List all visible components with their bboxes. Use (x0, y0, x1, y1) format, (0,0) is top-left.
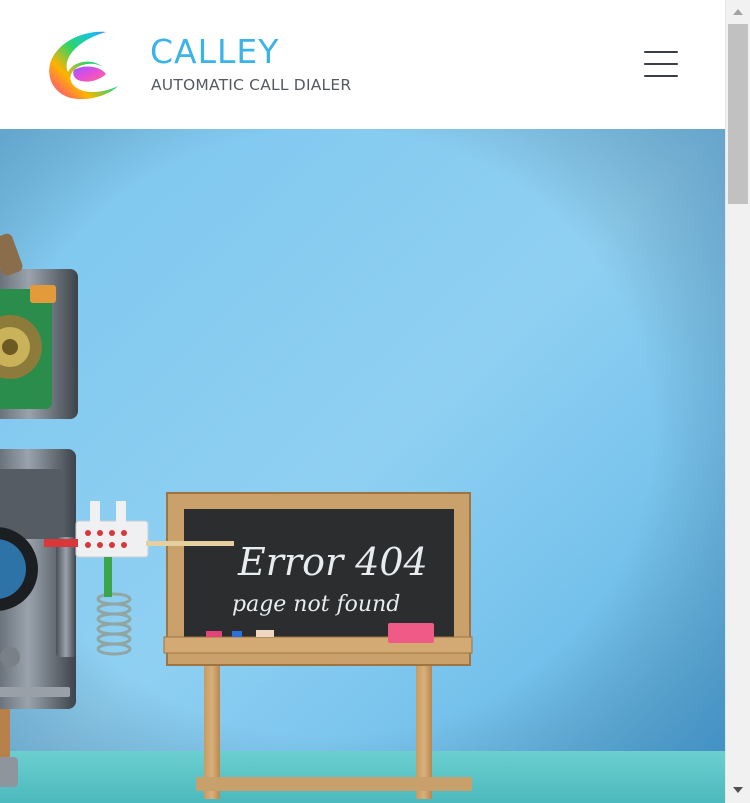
brand-tagline: AUTOMATIC CALL DIALER (151, 76, 352, 94)
hero-error-image: Error 404 page not found (0, 129, 725, 803)
calley-logo-icon (49, 31, 118, 100)
robot-chalkboard-illustration: Error 404 page not found (0, 129, 725, 803)
brand-name: CALLEY (150, 32, 280, 71)
hamburger-bar-middle (644, 63, 678, 65)
scroll-up-arrow-icon (733, 9, 743, 15)
scrollbar-thumb[interactable] (728, 24, 748, 204)
scroll-down-arrow-icon (733, 787, 743, 793)
chalkboard-error-subtitle: page not found (232, 592, 400, 617)
hamburger-bar-bottom (644, 75, 678, 77)
chalkboard-error-title: Error 404 (237, 540, 428, 584)
hamburger-menu-button[interactable] (640, 48, 682, 80)
page-viewport: CALLEY AUTOMATIC CALL DIALER Error 404 p… (0, 0, 725, 803)
home-logo-link[interactable]: CALLEY AUTOMATIC CALL DIALER (44, 28, 364, 104)
scroll-down-button[interactable] (726, 780, 750, 800)
vertical-scrollbar[interactable] (725, 0, 750, 803)
scroll-up-button[interactable] (726, 2, 750, 22)
hamburger-menu-icon (644, 51, 678, 53)
site-header: CALLEY AUTOMATIC CALL DIALER (0, 0, 725, 129)
